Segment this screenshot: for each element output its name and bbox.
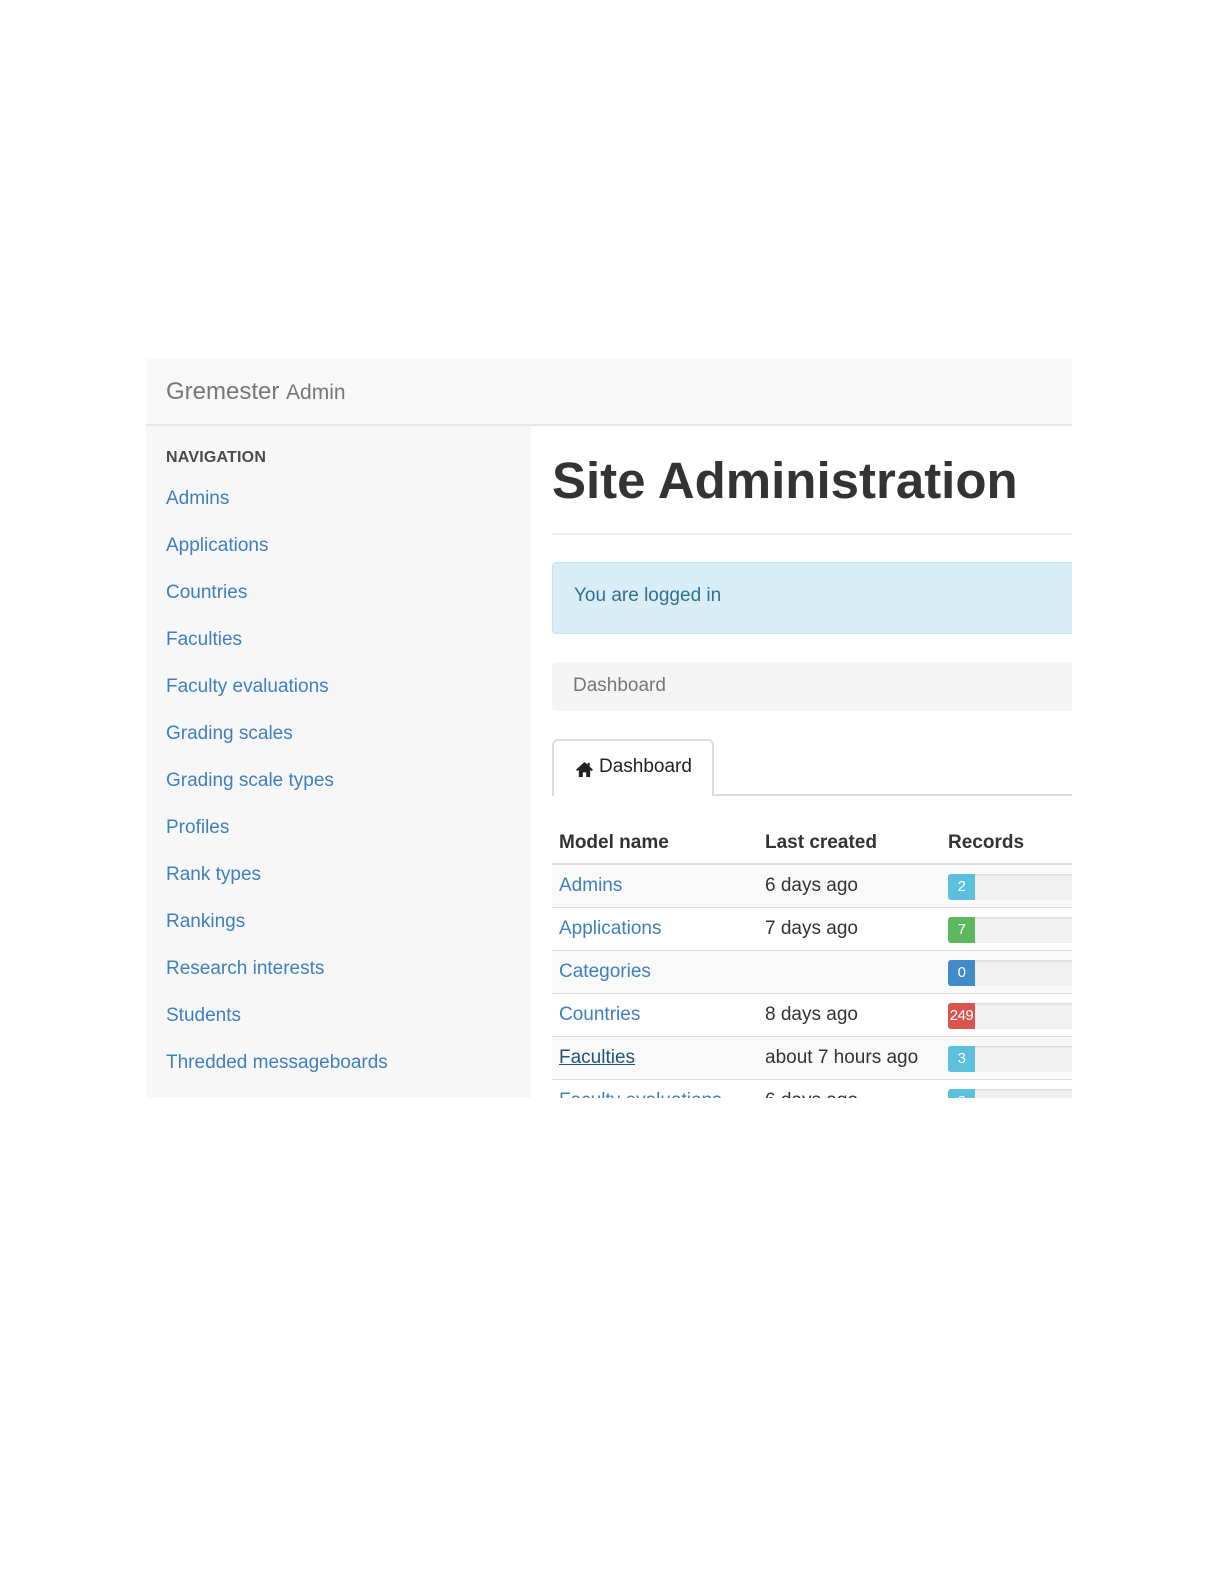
sidebar-item-students[interactable]: Students — [166, 1001, 388, 1048]
records-bar: 7 — [948, 917, 975, 943]
top-navbar: Gremester Admin — [146, 359, 1072, 426]
header-model-name: Model name — [559, 832, 669, 853]
model-link-admins[interactable]: Admins — [559, 875, 622, 897]
sidebar-item-profiles[interactable]: Profiles — [166, 813, 388, 860]
header-last-created: Last created — [765, 832, 877, 853]
last-created: 6 days ago — [765, 875, 858, 896]
main-content: Site Administration You are logged in Da… — [552, 426, 1072, 1098]
sidebar-item-research-interests[interactable]: Research interests — [166, 954, 388, 1001]
records-progress: 0 — [948, 960, 1072, 986]
sidebar-item-rankings[interactable]: Rankings — [166, 907, 388, 954]
table-header: Model name Last created Records — [552, 826, 1072, 865]
last-created: about 7 hours ago — [765, 1047, 919, 1068]
last-created: 6 days ago — [765, 1090, 858, 1098]
records-progress: 249 — [948, 1003, 1072, 1029]
records-bar: 249 — [948, 1003, 975, 1029]
sidebar-nav: Admins Applications Countries Faculties … — [166, 484, 388, 1095]
records-progress: 2 — [948, 874, 1072, 900]
sidebar-item-grading-scales[interactable]: Grading scales — [166, 719, 388, 766]
table-row: Countries 8 days ago 249 — [552, 994, 1072, 1037]
page-title: Site Administration — [552, 452, 1018, 509]
sidebar-item-countries[interactable]: Countries — [166, 578, 388, 625]
records-bar: 0 — [948, 960, 975, 986]
brand-name: Gremester — [166, 378, 280, 405]
records-bar: 3 — [948, 1046, 975, 1072]
table-row: Faculties about 7 hours ago 3 — [552, 1037, 1072, 1080]
records-progress: 8 — [948, 1089, 1072, 1098]
table-row: Admins 6 days ago 2 — [552, 865, 1072, 908]
sidebar-item-grading-scale-types[interactable]: Grading scale types — [166, 766, 388, 813]
sidebar-item-admins[interactable]: Admins — [166, 484, 388, 531]
records-bar: 2 — [948, 874, 975, 900]
model-link-categories[interactable]: Categories — [559, 961, 651, 983]
navigation-header: NAVIGATION — [166, 449, 267, 466]
sidebar-item-applications[interactable]: Applications — [166, 531, 388, 578]
login-alert: You are logged in — [552, 562, 1072, 634]
model-link-faculty-evaluations[interactable]: Faculty evaluations — [559, 1090, 722, 1098]
alert-text: You are logged in — [574, 585, 722, 606]
header-records: Records — [948, 832, 1025, 853]
brand-subtitle: Admin — [286, 381, 346, 404]
brand-link[interactable]: Gremester Admin — [166, 377, 346, 408]
sidebar-item-thredded-messageboards[interactable]: Thredded messageboards — [166, 1048, 388, 1095]
model-link-faculties[interactable]: Faculties — [559, 1047, 635, 1069]
tab-dashboard[interactable]: Dashboard — [552, 739, 714, 796]
table-row: Applications 7 days ago 7 — [552, 908, 1072, 951]
records-bar: 8 — [948, 1089, 975, 1098]
records-progress: 7 — [948, 917, 1072, 943]
sidebar: NAVIGATION Admins Applications Countries… — [146, 426, 531, 1098]
model-link-applications[interactable]: Applications — [559, 918, 661, 940]
breadcrumb-item-dashboard: Dashboard — [573, 675, 666, 696]
breadcrumb: Dashboard — [552, 662, 1072, 711]
last-created: 7 days ago — [765, 918, 858, 939]
sidebar-item-rank-types[interactable]: Rank types — [166, 860, 388, 907]
title-divider — [552, 533, 1072, 535]
admin-window: Gremester Admin NAVIGATION Admins Applic… — [146, 359, 1072, 1098]
sidebar-item-faculty-evaluations[interactable]: Faculty evaluations — [166, 672, 388, 719]
last-created: 8 days ago — [765, 1004, 858, 1025]
table-row: Categories 0 — [552, 951, 1072, 994]
table-row: Faculty evaluations 6 days ago 8 — [552, 1080, 1072, 1098]
sidebar-item-faculties[interactable]: Faculties — [166, 625, 388, 672]
model-link-countries[interactable]: Countries — [559, 1004, 640, 1026]
records-progress: 3 — [948, 1046, 1072, 1072]
home-icon — [576, 761, 593, 778]
tab-label: Dashboard — [599, 756, 692, 777]
